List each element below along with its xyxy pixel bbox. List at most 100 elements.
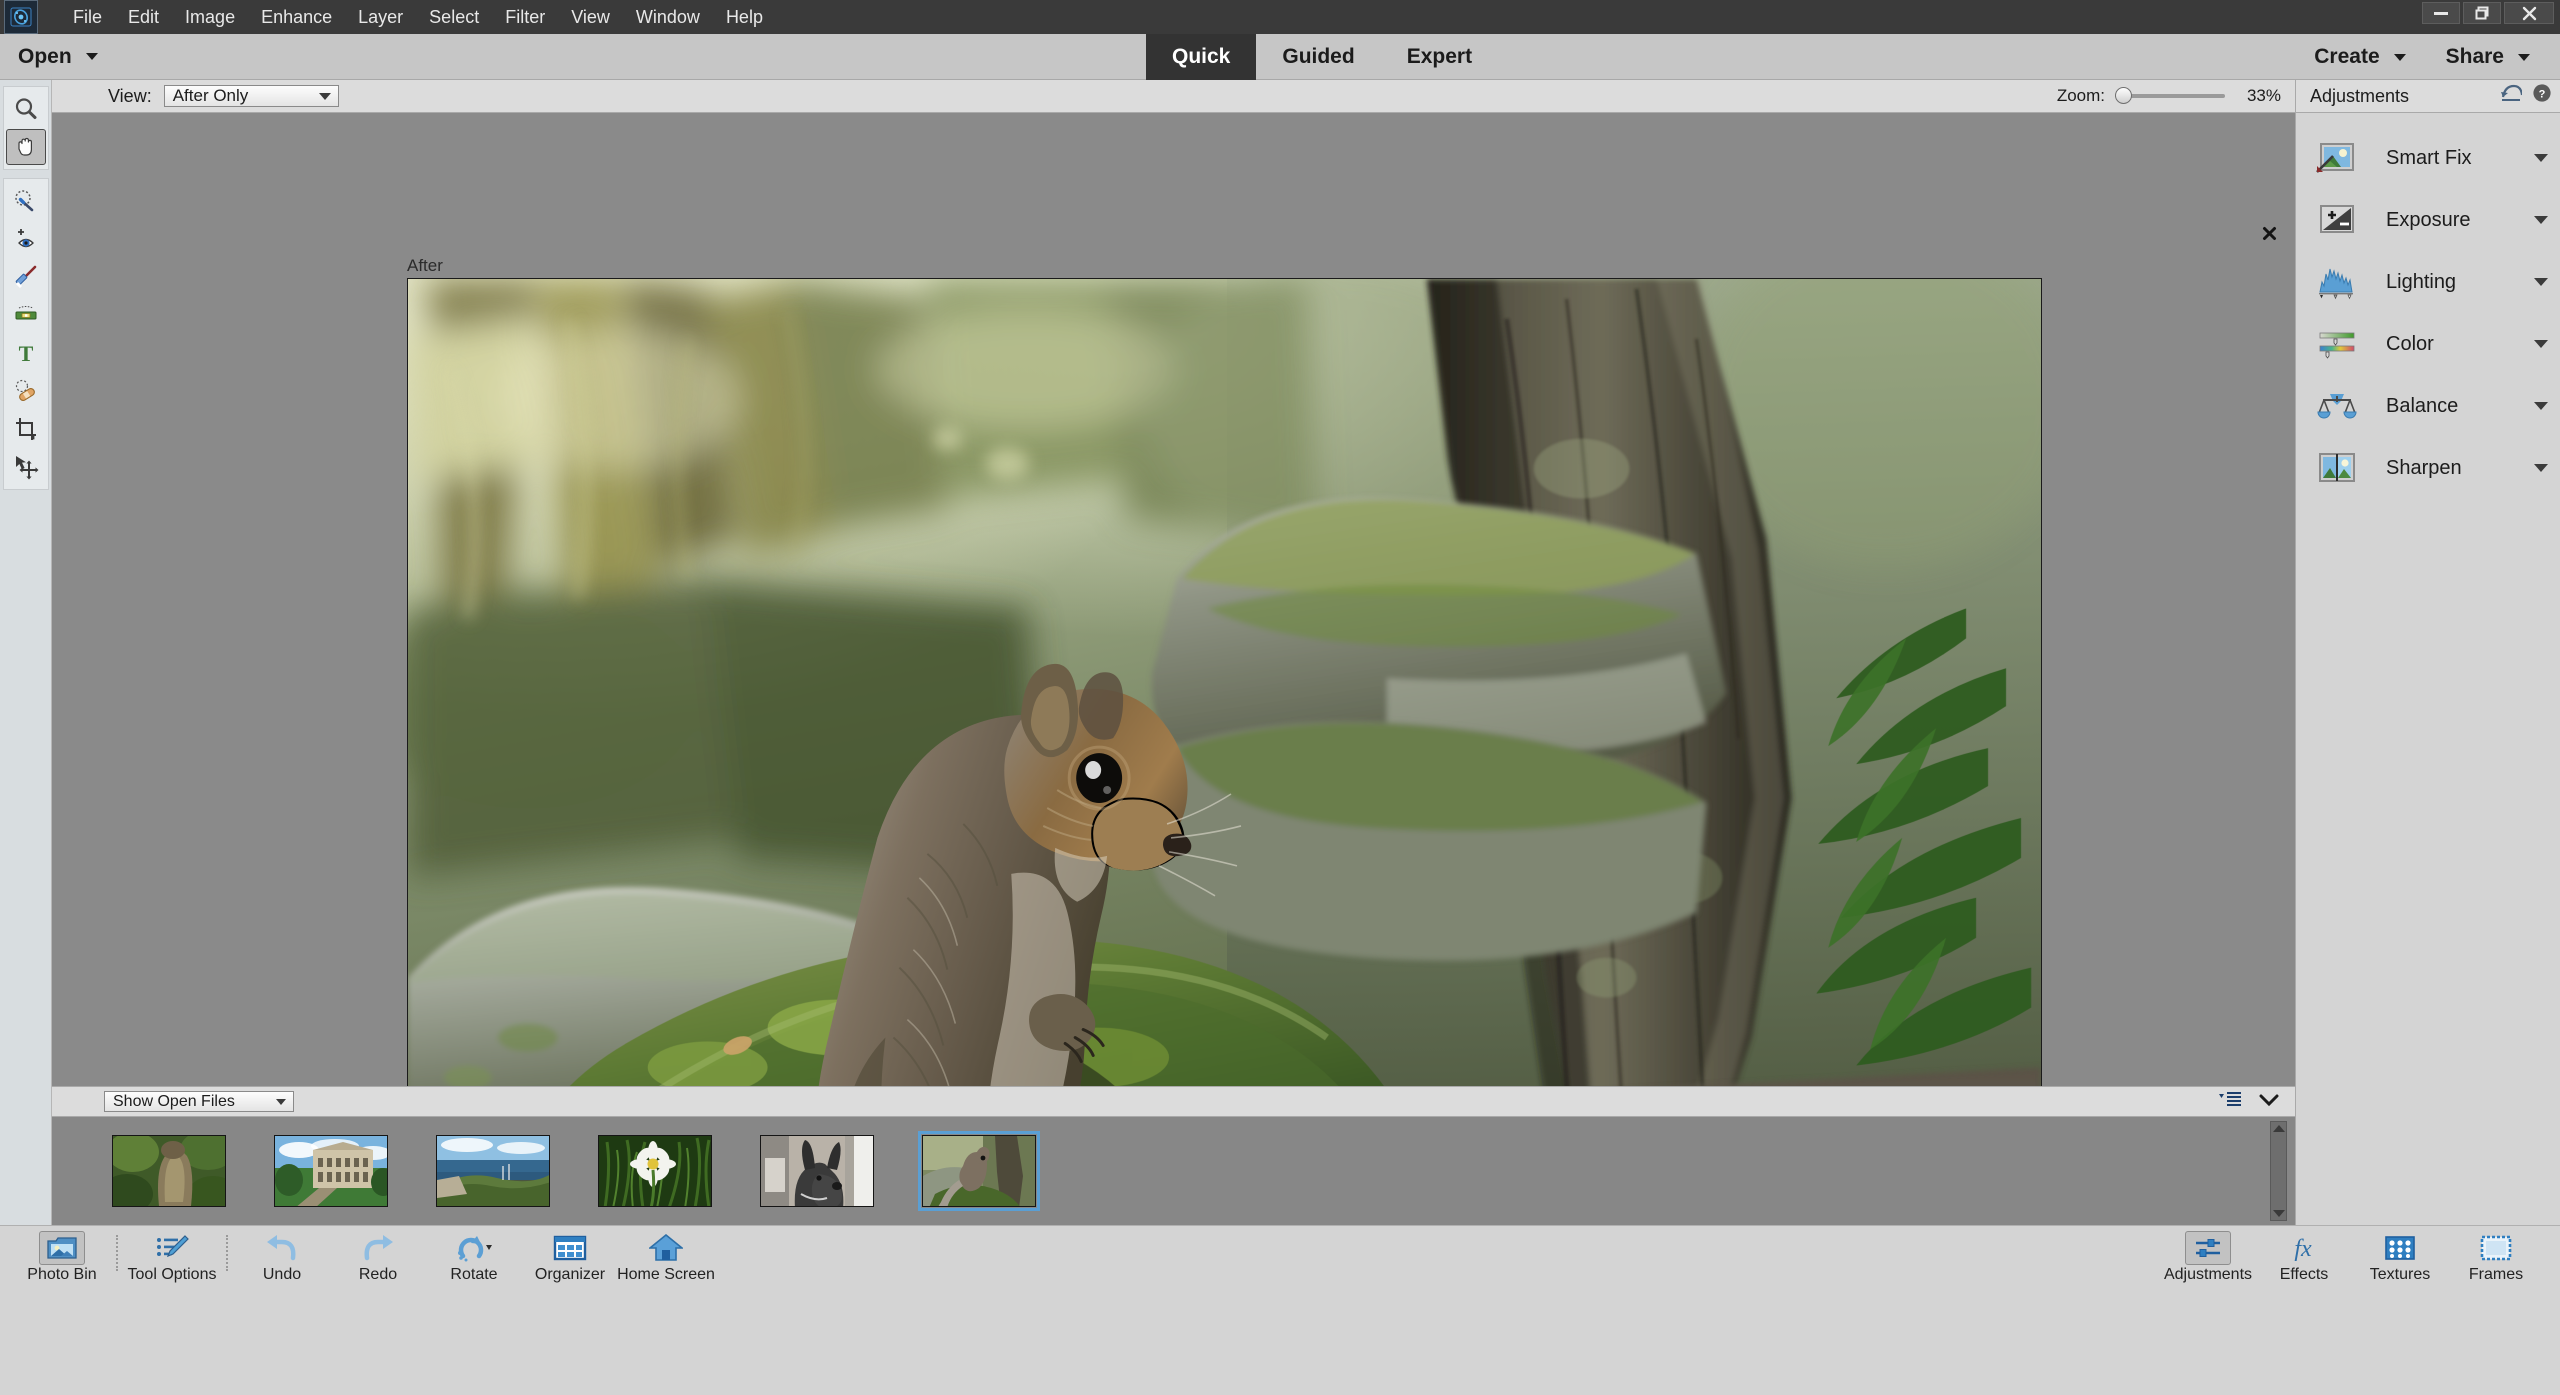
undo-arrow-icon [265, 1231, 299, 1265]
scroll-down-icon[interactable] [2273, 1210, 2285, 1217]
red-eye-removal-tool[interactable] [6, 221, 46, 257]
exposure-icon [2314, 201, 2360, 239]
close-button[interactable] [2504, 2, 2554, 24]
tools-panel: T [0, 80, 52, 1225]
reset-arrow-icon[interactable] [2500, 84, 2522, 108]
tool-options-button[interactable]: Tool Options [124, 1231, 220, 1284]
adjustments-button[interactable]: Adjustments [2160, 1231, 2256, 1284]
tab-guided[interactable]: Guided [1256, 34, 1380, 80]
quick-selection-tool[interactable] [6, 183, 46, 219]
redo-button[interactable]: Redo [330, 1231, 426, 1284]
help-question-icon[interactable]: ? [2532, 83, 2552, 109]
restore-button[interactable] [2463, 2, 2501, 24]
scroll-up-icon[interactable] [2273, 1125, 2285, 1132]
photoshop-elements-logo-icon [4, 0, 38, 34]
create-button-label: Create [2314, 45, 2379, 69]
rotate-button[interactable]: Rotate [426, 1231, 522, 1284]
view-mode-select[interactable]: After Only [164, 85, 339, 107]
chevron-down-icon [276, 1099, 286, 1105]
menu-select[interactable]: Select [416, 3, 492, 32]
close-image-icon[interactable] [2262, 226, 2277, 245]
chevron-down-icon[interactable] [2534, 216, 2548, 224]
share-button[interactable]: Share [2430, 45, 2546, 69]
menu-view[interactable]: View [558, 3, 623, 32]
tab-quick[interactable]: Quick [1146, 34, 1256, 80]
adjustment-color[interactable]: Color [2296, 313, 2560, 375]
photo-bin-filter-value: Show Open Files [113, 1093, 235, 1111]
fx-icon: fx [2287, 1231, 2321, 1265]
photo-bin-icon [39, 1231, 85, 1265]
organizer-button[interactable]: Organizer [522, 1231, 618, 1284]
adjustment-sharpen[interactable]: Sharpen [2296, 437, 2560, 499]
bottom-item-label: Undo [263, 1266, 301, 1284]
bottom-item-label: Photo Bin [27, 1266, 96, 1284]
window-controls [2422, 2, 2554, 24]
crop-tool[interactable] [6, 411, 46, 447]
menu-window[interactable]: Window [623, 3, 713, 32]
menu-image[interactable]: Image [172, 3, 248, 32]
photo-bin-scrollbar[interactable] [2270, 1121, 2287, 1221]
thumb-daisy-flower[interactable] [598, 1135, 712, 1207]
smart-fix-icon [2314, 139, 2360, 177]
thumb-dog-portrait[interactable] [760, 1135, 874, 1207]
menu-items: File Edit Image Enhance Layer Select Fil… [60, 3, 776, 32]
balance-scales-icon [2314, 387, 2360, 425]
thumb-squirrel[interactable] [922, 1135, 1036, 1207]
zoom-tool[interactable] [6, 91, 46, 127]
adjustments-panel-actions: ? [2500, 83, 2552, 109]
adjustment-smart-fix[interactable]: Smart Fix [2296, 127, 2560, 189]
bottom-item-label: Textures [2370, 1266, 2430, 1284]
chevron-down-icon[interactable] [2534, 154, 2548, 162]
bottom-toolbar: Photo Bin Tool Options [0, 1225, 2560, 1287]
spot-healing-brush-tool[interactable] [6, 373, 46, 409]
chevron-down-icon[interactable] [2259, 1090, 2279, 1113]
rotate-icon [455, 1231, 493, 1265]
adjustment-exposure[interactable]: Exposure [2296, 189, 2560, 251]
thumb-coastal-headland[interactable] [436, 1135, 550, 1207]
textures-button[interactable]: Textures [2352, 1231, 2448, 1284]
type-tool[interactable]: T [6, 335, 46, 371]
canvas-area[interactable]: After [52, 113, 2295, 1086]
chevron-down-icon[interactable] [2534, 340, 2548, 348]
bottom-item-label: Adjustments [2164, 1266, 2252, 1284]
effects-button[interactable]: fx Effects [2256, 1231, 2352, 1284]
open-button[interactable]: Open [0, 34, 112, 79]
frames-icon [2479, 1231, 2513, 1265]
chevron-down-icon[interactable] [2534, 278, 2548, 286]
chevron-down-icon[interactable] [2534, 464, 2548, 472]
zoom-percent: 33% [2235, 86, 2281, 106]
home-screen-button[interactable]: Home Screen [618, 1231, 714, 1284]
thumb-tree-trunk[interactable] [112, 1135, 226, 1207]
adjustment-balance[interactable]: Balance [2296, 375, 2560, 437]
thumb-mansion[interactable] [274, 1135, 388, 1207]
bottom-toolbar-left: Photo Bin Tool Options [0, 1231, 714, 1284]
menu-edit[interactable]: Edit [115, 3, 172, 32]
menu-enhance[interactable]: Enhance [248, 3, 345, 32]
sort-list-icon[interactable] [2219, 1090, 2241, 1113]
straighten-tool[interactable] [6, 297, 46, 333]
editor-center: View: After Only Zoom: 33% After [52, 80, 2295, 1225]
menu-filter[interactable]: Filter [492, 3, 558, 32]
photo-bin-filter-select[interactable]: Show Open Files [104, 1091, 294, 1112]
zoom-slider[interactable] [2115, 94, 2225, 98]
menu-layer[interactable]: Layer [345, 3, 416, 32]
menu-help[interactable]: Help [713, 3, 776, 32]
zoom-label: Zoom: [2057, 86, 2105, 106]
zoom-slider-thumb[interactable] [2115, 87, 2132, 104]
tab-expert[interactable]: Expert [1381, 34, 1498, 80]
adjustment-lighting[interactable]: Lighting [2296, 251, 2560, 313]
move-tool[interactable] [6, 449, 46, 485]
create-button[interactable]: Create [2298, 45, 2421, 69]
redo-arrow-icon [361, 1231, 395, 1265]
chevron-down-icon[interactable] [2534, 402, 2548, 410]
whiten-teeth-tool[interactable] [6, 259, 46, 295]
frames-button[interactable]: Frames [2448, 1231, 2544, 1284]
menu-file[interactable]: File [60, 3, 115, 32]
adjustments-panel: Adjustments ? [2295, 80, 2560, 1225]
undo-button[interactable]: Undo [234, 1231, 330, 1284]
view-bar: View: After Only Zoom: 33% [52, 80, 2295, 113]
hand-tool[interactable] [6, 129, 46, 165]
photo-bin-button[interactable]: Photo Bin [14, 1231, 110, 1284]
minimize-button[interactable] [2422, 2, 2460, 24]
image-canvas[interactable] [407, 278, 2042, 1086]
